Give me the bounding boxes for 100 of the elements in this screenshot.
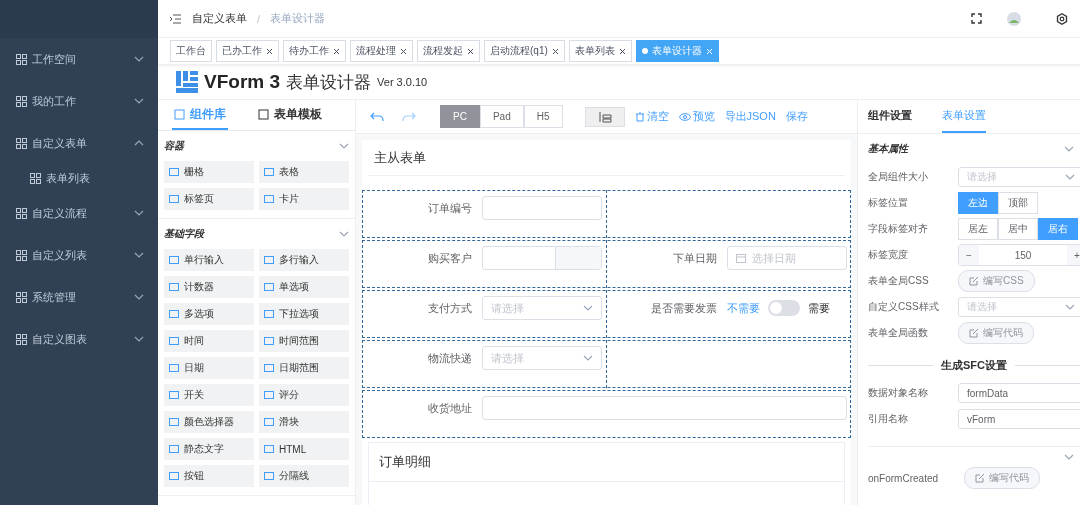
widget-item[interactable]: 多选项	[164, 303, 254, 325]
property-label: 数据对象名称	[868, 386, 929, 400]
widget-item[interactable]: 日期	[164, 357, 254, 379]
widget-item[interactable]: HTML	[259, 438, 349, 460]
widget-item[interactable]: 标签页	[164, 188, 254, 210]
switch-on-label: 需要	[808, 301, 830, 316]
widget-icon	[169, 444, 179, 454]
eye-icon	[678, 112, 691, 121]
widget-item[interactable]: 按钮	[164, 465, 254, 487]
widget-item[interactable]: 表格	[259, 161, 349, 183]
page-tab[interactable]: 流程处理	[350, 40, 413, 62]
widget-icon	[169, 282, 179, 292]
edit-icon	[975, 473, 986, 483]
page-tab[interactable]: 工作台	[170, 40, 212, 62]
sidebar-subitem[interactable]: 表单列表	[0, 164, 158, 192]
close-icon[interactable]	[266, 47, 273, 55]
widget-icon	[264, 194, 274, 204]
widget-icon	[264, 309, 274, 319]
version-label: Ver 3.0.10	[377, 76, 428, 88]
panel-tab[interactable]: 表单模板	[256, 100, 324, 130]
input-field[interactable]: vForm	[958, 409, 1080, 429]
menu-icon[interactable]	[170, 13, 182, 24]
widget-item[interactable]: 多行输入	[259, 249, 349, 271]
widget-item[interactable]: 评分	[259, 384, 349, 406]
sidebar-item[interactable]: 工作空间	[0, 38, 158, 80]
settings-tab[interactable]: 组件设置	[868, 100, 912, 133]
input-field[interactable]	[482, 196, 602, 220]
close-icon[interactable]	[551, 47, 559, 55]
widget-item[interactable]: 单行输入	[164, 249, 254, 271]
form-title: 主从表单	[368, 140, 845, 176]
property-label: 全局组件大小	[868, 170, 929, 184]
page-tab[interactable]: 待办工作	[283, 40, 346, 62]
widget-item[interactable]: 日期范围	[259, 357, 349, 379]
group-title: 基础字段	[164, 227, 204, 241]
property-label: 引用名称	[868, 412, 909, 426]
input-field[interactable]	[482, 246, 602, 270]
widget-item[interactable]: 颜色选择器	[164, 411, 254, 433]
close-icon[interactable]	[333, 47, 340, 55]
sidebar-item[interactable]: 自定义图表	[0, 318, 158, 360]
widget-item[interactable]: 下拉选项	[259, 303, 349, 325]
chevron-icon	[1065, 304, 1075, 310]
input-field[interactable]: formData	[958, 383, 1080, 403]
calendar-icon	[736, 253, 746, 263]
close-icon[interactable]	[467, 47, 474, 55]
sidebar-item[interactable]: 自定义列表	[0, 234, 158, 276]
field-label: 下单日期	[672, 251, 718, 266]
widget-item[interactable]: 时间范围	[259, 330, 349, 352]
toggle-switch[interactable]	[768, 300, 800, 316]
section-divider-title: 生成SFC设置	[941, 357, 1007, 373]
radio-button[interactable]: 顶部	[998, 192, 1038, 214]
undo-icon[interactable]	[370, 111, 384, 122]
widget-item[interactable]: 卡片	[259, 188, 349, 210]
sidebar-item[interactable]: 自定义表单	[0, 122, 158, 164]
fullscreen-icon[interactable]	[971, 13, 982, 24]
template-icon	[258, 108, 269, 120]
widget-icon	[264, 282, 274, 292]
sidebar-item[interactable]: 系统管理	[0, 276, 158, 318]
widget-item[interactable]: 滑块	[259, 411, 349, 433]
chevron-icon	[339, 143, 349, 149]
widget-icon	[264, 471, 274, 481]
page-tab[interactable]: 启动流程(q1)	[484, 40, 565, 62]
field-label: 物流快递	[427, 351, 473, 366]
widget-icon	[264, 167, 274, 177]
app-subtitle: 表单设计器	[286, 71, 372, 94]
subform-title: 订单明细	[369, 443, 844, 482]
chevron-icon	[339, 231, 349, 237]
widget-icon	[169, 255, 179, 265]
widget-item[interactable]: 单选项	[259, 276, 349, 298]
device-button[interactable]: Pad	[479, 105, 524, 128]
number-field[interactable]: − 150 +	[958, 244, 1080, 266]
input-field[interactable]	[482, 396, 847, 420]
widget-item[interactable]: 静态文字	[164, 438, 254, 460]
widget-item[interactable]: 计数器	[164, 276, 254, 298]
field-label: 支付方式	[427, 301, 473, 316]
breadcrumb-link[interactable]: 自定义表单	[192, 11, 247, 26]
widget-icon	[169, 167, 179, 177]
page-tab[interactable]: 表单列表	[568, 40, 632, 62]
settings-icon[interactable]	[1056, 12, 1068, 25]
field-label: 订单编号	[427, 201, 473, 216]
field-label: 是否需要发票	[650, 301, 718, 316]
chevron-icon	[583, 305, 593, 311]
tree-button[interactable]	[584, 106, 625, 127]
radio-button[interactable]: 居左	[958, 218, 998, 240]
device-button[interactable]: H5	[523, 105, 563, 128]
widget-item[interactable]: 开关	[164, 384, 254, 406]
widget-item[interactable]: 栅格	[164, 161, 254, 183]
radio-button[interactable]: 居中	[998, 218, 1038, 240]
sidebar-item[interactable]: 我的工作	[0, 80, 158, 122]
component-icon	[174, 108, 185, 120]
logo-icon	[176, 71, 198, 93]
widget-item[interactable]: 分隔线	[259, 465, 349, 487]
property-label: 字段标签对齐	[868, 222, 929, 236]
widget-item[interactable]: 时间	[164, 330, 254, 352]
event-label: onFormCreated	[868, 472, 939, 484]
close-icon[interactable]	[400, 47, 407, 55]
field-label: 购买客户	[427, 251, 473, 266]
page-tab[interactable]: 已办工作	[216, 40, 279, 62]
sidebar-item[interactable]: 自定义流程	[0, 192, 158, 234]
close-icon[interactable]	[618, 47, 626, 55]
page-tab[interactable]: 流程发起	[417, 40, 480, 62]
